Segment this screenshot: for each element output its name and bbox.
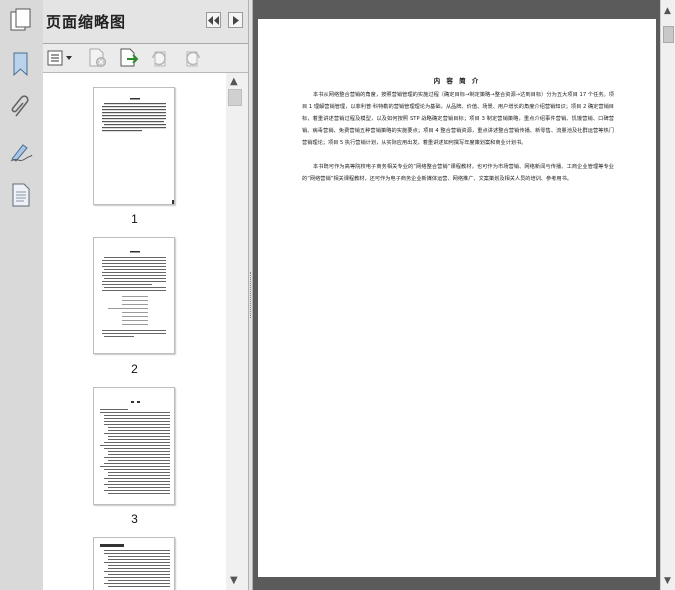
document-view: 内 容 简 介 本书从网络整合营销的角度，按照营销管理的实施过程（确定目标→制定… — [253, 0, 660, 590]
scroll-up-icon[interactable]: ▲ — [664, 6, 671, 16]
intro-paragraph-2: 本书既可作为高等院校电子商务相关专业的“网络整合营销”课程教材，也可作为市场营销… — [302, 164, 614, 182]
scroll-down-icon[interactable]: ▼ — [230, 576, 238, 586]
page-thumbnail[interactable] — [93, 537, 175, 590]
page-thumbnails-panel: 页面缩略图 1 2 3 ▲ ▼ — [43, 0, 248, 590]
intro-paragraph-1: 本书从网络整合营销的角度，按照营销管理的实施过程（确定目标→制定策略→整合资源→… — [302, 92, 614, 146]
thumbnail-label: 3 — [131, 512, 138, 526]
pages-icon[interactable] — [7, 6, 35, 34]
delete-page-icon[interactable] — [87, 47, 109, 69]
page-thumbnail[interactable] — [93, 237, 175, 354]
scroll-down-icon[interactable]: ▼ — [664, 576, 671, 586]
page-thumbnail-icon[interactable] — [7, 181, 35, 209]
options-menu-icon[interactable] — [47, 47, 75, 69]
scrollbar-thumb[interactable] — [663, 26, 674, 43]
thumbnail-list: 1 2 3 — [43, 73, 227, 590]
page-thumbnail[interactable] — [93, 87, 175, 205]
scrollbar-thumb[interactable] — [228, 89, 242, 106]
thumbnail-scrollbar[interactable]: ▲ ▼ — [226, 73, 246, 590]
next-icon[interactable] — [228, 12, 243, 28]
page-thumbnail[interactable] — [93, 387, 175, 505]
replace-page-icon[interactable] — [119, 47, 141, 69]
attachment-icon[interactable] — [7, 93, 35, 121]
panel-header: 页面缩略图 — [43, 0, 248, 44]
collapse-panel-icon[interactable] — [206, 12, 221, 28]
document-scrollbar[interactable]: ▲ ▼ — [660, 0, 675, 590]
thumbnail-toolbar — [43, 44, 248, 73]
bookmark-icon[interactable] — [7, 50, 35, 78]
scroll-up-icon[interactable]: ▲ — [230, 77, 238, 87]
rotate-ccw-icon[interactable] — [149, 47, 171, 69]
document-page: 内 容 简 介 本书从网络整合营销的角度，按照营销管理的实施过程（确定目标→制定… — [258, 19, 656, 577]
signature-icon[interactable] — [7, 137, 35, 165]
page-title: 内 容 简 介 — [433, 77, 481, 85]
panel-title: 页面缩略图 — [46, 13, 127, 31]
navigation-rail — [0, 0, 44, 590]
thumbnail-label: 2 — [131, 362, 138, 376]
thumbnail-label: 1 — [131, 212, 138, 226]
rotate-cw-icon[interactable] — [181, 47, 203, 69]
